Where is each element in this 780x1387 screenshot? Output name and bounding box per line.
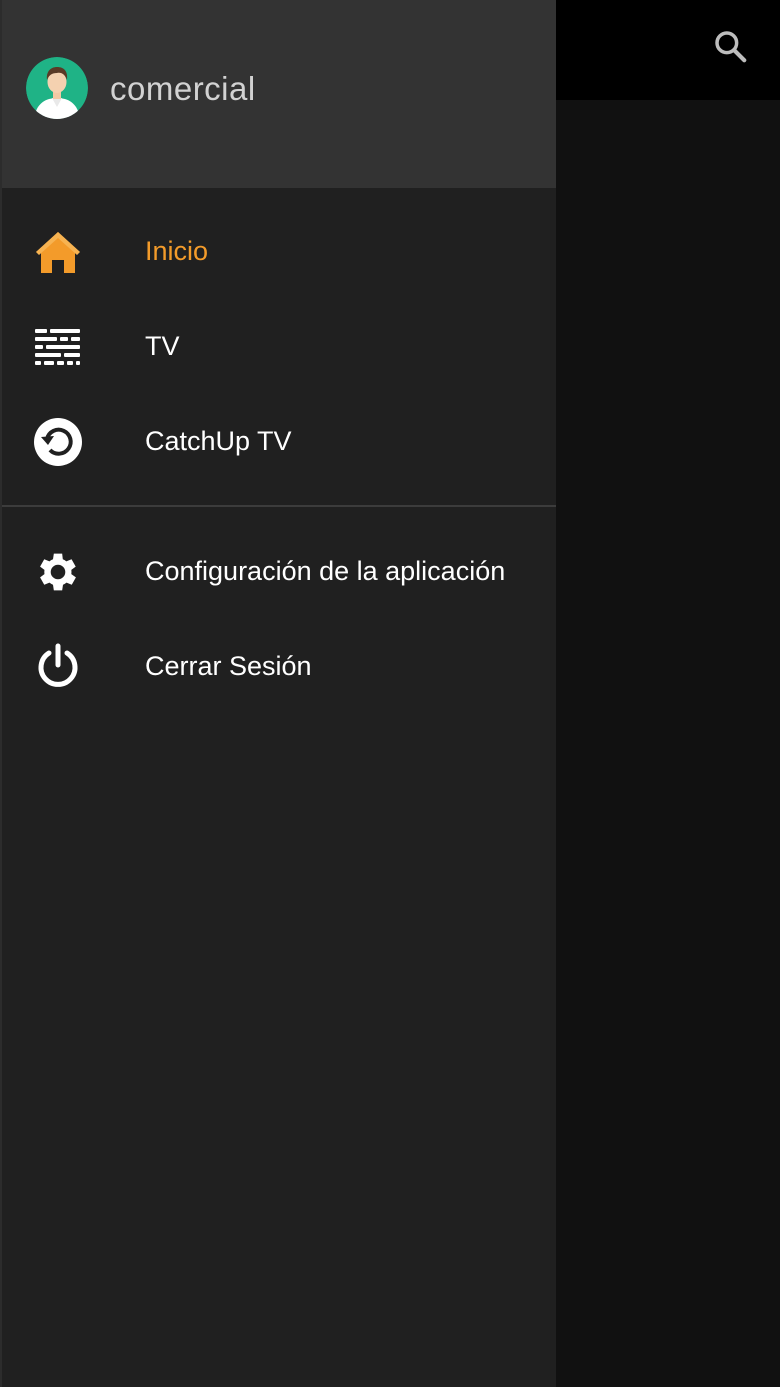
replay-icon bbox=[32, 416, 84, 468]
menu-item-label: TV bbox=[145, 331, 180, 361]
search-icon bbox=[715, 31, 747, 63]
menu-item-label: Inicio bbox=[145, 236, 209, 266]
menu-item-label: Configuración de la aplicación bbox=[145, 556, 506, 586]
menu-item-settings[interactable]: Configuración de la aplicación bbox=[2, 524, 556, 619]
navigation-drawer: comercial Inicio TV CatchUp TV Configura… bbox=[0, 0, 556, 1387]
drawer-header: comercial bbox=[2, 0, 556, 188]
menu-item-tv[interactable]: TV bbox=[2, 299, 556, 394]
secondary-menu: Configuración de la aplicación Cerrar Se… bbox=[2, 524, 556, 714]
menu-item-label: Cerrar Sesión bbox=[145, 651, 312, 681]
menu-item-catchup-tv[interactable]: CatchUp TV bbox=[2, 394, 556, 489]
avatar[interactable] bbox=[26, 57, 88, 119]
home-icon bbox=[32, 226, 84, 278]
username: comercial bbox=[110, 70, 256, 107]
power-icon bbox=[32, 641, 84, 693]
guide-lines-icon bbox=[32, 321, 84, 373]
gear-icon bbox=[32, 546, 84, 598]
search-button[interactable] bbox=[706, 22, 754, 70]
user-avatar-icon bbox=[26, 57, 88, 119]
menu-divider bbox=[2, 505, 556, 507]
primary-menu: Inicio TV CatchUp TV bbox=[2, 204, 556, 489]
menu-item-logout[interactable]: Cerrar Sesión bbox=[2, 619, 556, 714]
menu-item-label: CatchUp TV bbox=[145, 426, 292, 456]
menu-item-inicio[interactable]: Inicio bbox=[2, 204, 556, 299]
